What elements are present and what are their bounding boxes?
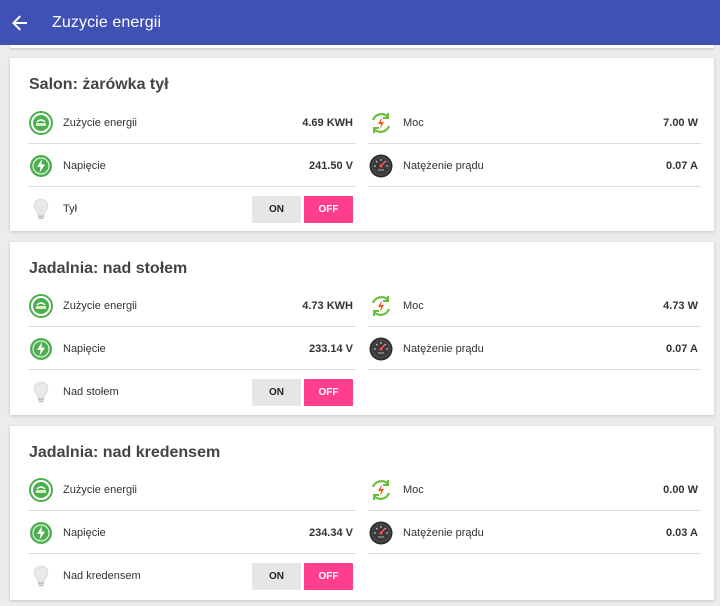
lightning-bolt-icon bbox=[28, 153, 54, 179]
power-recycle-icon bbox=[368, 110, 394, 136]
voltage-value: 234.34 V bbox=[308, 526, 353, 539]
device-name: Jadalnia: nad kredensem bbox=[29, 444, 221, 461]
device-card: Salon: żarówka tył Zużycie energii 4.69 … bbox=[10, 58, 714, 231]
page-title: Zuzycie energii bbox=[52, 13, 162, 31]
on-button[interactable]: ON bbox=[252, 378, 301, 406]
power-value: 7.00 W bbox=[663, 116, 698, 129]
energy-value: 4.69 KWH bbox=[302, 116, 353, 129]
current-row: Natężenie prądu 0.03 A bbox=[368, 512, 701, 554]
voltage-label: Napięcie bbox=[63, 526, 106, 539]
device-name: Salon: żarówka tył bbox=[29, 76, 169, 93]
on-off-toggle: ON OFF bbox=[249, 378, 353, 406]
voltage-row: Napięcie 241.50 V bbox=[28, 145, 356, 187]
device-name: Jadalnia: nad stołem bbox=[29, 260, 188, 277]
back-button[interactable] bbox=[0, 0, 40, 45]
gauge-icon bbox=[368, 336, 394, 362]
voltage-label: Napięcie bbox=[63, 342, 106, 355]
switch-row: Nad kredensem ON OFF bbox=[28, 555, 356, 597]
energy-meter-icon bbox=[28, 293, 54, 319]
voltage-label: Napięcie bbox=[63, 159, 106, 172]
off-button[interactable]: OFF bbox=[304, 562, 353, 590]
voltage-value: 233.14 V bbox=[308, 342, 353, 355]
power-label: Moc bbox=[403, 116, 424, 129]
app-bar: Zuzycie energii bbox=[0, 0, 720, 45]
current-value: 0.07 A bbox=[665, 342, 698, 355]
power-recycle-icon bbox=[368, 293, 394, 319]
voltage-row: Napięcie 234.34 V bbox=[28, 512, 356, 554]
voltage-row: Napięcie 233.14 V bbox=[28, 328, 356, 370]
lightning-bolt-icon bbox=[28, 520, 54, 546]
voltage-value: 241.50 V bbox=[308, 159, 353, 172]
power-row: Moc 7.00 W bbox=[368, 102, 701, 144]
energy-meter-icon bbox=[28, 477, 54, 503]
lightning-bolt-icon bbox=[28, 336, 54, 362]
device-card: Jadalnia: nad stołem Zużycie energii 4.7… bbox=[10, 242, 714, 415]
switch-label: Nad stołem bbox=[63, 386, 119, 398]
energy-label: Zużycie energii bbox=[63, 483, 137, 496]
power-label: Moc bbox=[403, 483, 424, 496]
on-button[interactable]: ON bbox=[252, 562, 301, 590]
power-value: 4.73 W bbox=[663, 299, 698, 312]
power-value: 0.00 W bbox=[663, 483, 698, 496]
on-off-toggle: ON OFF bbox=[249, 195, 353, 223]
current-label: Natężenie prądu bbox=[403, 526, 484, 539]
current-label: Natężenie prądu bbox=[403, 342, 484, 355]
switch-label: Nad kredensem bbox=[63, 570, 141, 582]
gauge-icon bbox=[368, 153, 394, 179]
device-card: Jadalnia: nad kredensem Zużycie energii … bbox=[10, 426, 714, 600]
lightbulb-icon bbox=[28, 196, 54, 222]
off-button[interactable]: OFF bbox=[304, 195, 353, 223]
previous-card-edge bbox=[10, 45, 714, 48]
energy-label: Zużycie energii bbox=[63, 116, 137, 129]
energy-meter-icon bbox=[28, 110, 54, 136]
power-recycle-icon bbox=[368, 477, 394, 503]
current-row: Natężenie prądu 0.07 A bbox=[368, 145, 701, 187]
energy-row: Zużycie energii bbox=[28, 469, 356, 511]
current-label: Natężenie prądu bbox=[403, 159, 484, 172]
energy-row: Zużycie energii 4.73 KWH bbox=[28, 285, 356, 327]
energy-value: 4.73 KWH bbox=[302, 299, 353, 312]
energy-label: Zużycie energii bbox=[63, 299, 137, 312]
gauge-icon bbox=[368, 520, 394, 546]
off-button[interactable]: OFF bbox=[304, 378, 353, 406]
current-row: Natężenie prądu 0.07 A bbox=[368, 328, 701, 370]
energy-row: Zużycie energii 4.69 KWH bbox=[28, 102, 356, 144]
power-row: Moc 4.73 W bbox=[368, 285, 701, 327]
switch-row: Nad stołem ON OFF bbox=[28, 371, 356, 413]
arrow-left-icon bbox=[12, 14, 27, 31]
switch-row: Tył ON OFF bbox=[28, 188, 356, 230]
switch-label: Tył bbox=[63, 203, 78, 215]
power-label: Moc bbox=[403, 299, 424, 312]
lightbulb-icon bbox=[28, 563, 54, 589]
current-value: 0.03 A bbox=[665, 526, 698, 539]
on-button[interactable]: ON bbox=[252, 195, 301, 223]
on-off-toggle: ON OFF bbox=[249, 562, 353, 590]
current-value: 0.07 A bbox=[665, 159, 698, 172]
lightbulb-icon bbox=[28, 379, 54, 405]
power-row: Moc 0.00 W bbox=[368, 469, 701, 511]
